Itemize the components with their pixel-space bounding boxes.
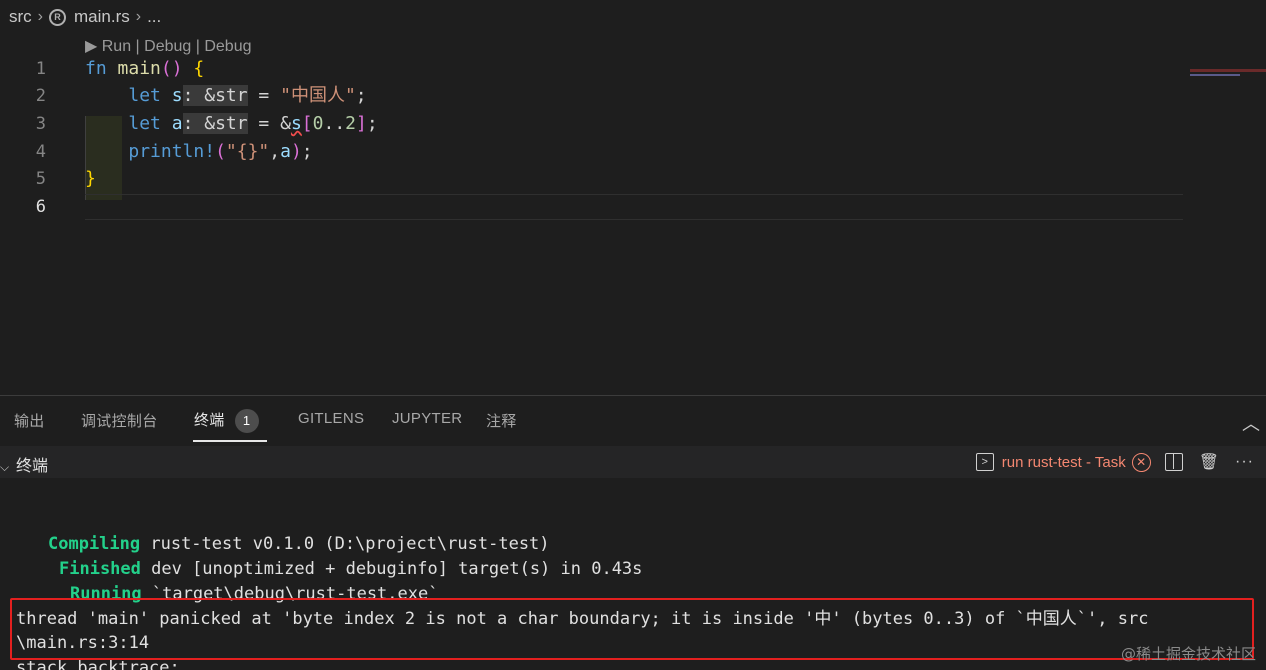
line-number: 2 xyxy=(35,86,46,106)
line-number: 4 xyxy=(35,142,46,162)
terminal-task-label[interactable]: run rust-test - Task xyxy=(1002,454,1126,471)
type-hint: : &str xyxy=(182,113,248,134)
terminal-header: ⌵ 终端 > run rust-test - Task ✕ 🗑 ··· xyxy=(0,446,1266,478)
code-line-2: 2 let s: &str = "中国人"; xyxy=(0,82,1183,110)
codelens-run-debug[interactable]: ▶ Run | Debug | Debug xyxy=(85,36,252,56)
breadcrumb-more[interactable]: ... xyxy=(147,7,161,27)
terminal-line-finished: Finished dev [unoptimized + debuginfo] t… xyxy=(59,559,643,579)
more-actions-icon[interactable]: ··· xyxy=(1235,453,1254,471)
error-highlight-box xyxy=(10,598,1254,660)
tab-output[interactable]: 输出 xyxy=(14,410,45,431)
tab-gitlens[interactable]: GITLENS xyxy=(298,410,364,427)
terminal-count-badge: 1 xyxy=(234,409,259,434)
code-line-6: 6 xyxy=(0,193,1183,221)
split-terminal-icon[interactable] xyxy=(1164,453,1183,471)
code-line-5: 5 } xyxy=(0,165,1183,193)
type-hint: : &str xyxy=(182,85,248,106)
line-number: 3 xyxy=(35,114,46,134)
watermark: @稀土掘金技术社区 xyxy=(1120,645,1256,663)
chevron-right-icon: › xyxy=(135,8,142,25)
line-number: 1 xyxy=(35,59,46,79)
tab-terminal[interactable]: 终端 1 xyxy=(194,409,259,434)
terminal-output[interactable]: Compiling rust-test v0.1.0 (D:\project\r… xyxy=(0,478,1266,670)
panel-tabs: 输出 调试控制台 终端 1 GITLENS JUPYTER 注释 ︿ xyxy=(0,396,1266,446)
minimap-line xyxy=(1190,74,1240,76)
code-editor[interactable]: ▶ Run | Debug | Debug 1 fn main() { 2 le… xyxy=(0,34,1266,394)
line-number: 6 xyxy=(35,197,46,217)
tab-jupyter[interactable]: JUPYTER xyxy=(392,410,462,427)
terminal-task-icon: > xyxy=(975,453,994,471)
terminal-actions: > run rust-test - Task ✕ 🗑 ··· xyxy=(975,450,1266,474)
close-circle-icon[interactable]: ✕ xyxy=(1131,452,1151,472)
chevron-right-icon: › xyxy=(37,8,43,25)
tab-comments[interactable]: 注释 xyxy=(486,410,517,431)
maximize-panel-chevron-up-icon[interactable]: ︿ xyxy=(1242,410,1260,436)
active-tab-indicator xyxy=(193,440,267,442)
error-squiggle: s xyxy=(290,113,302,134)
line-number: 5 xyxy=(35,169,46,189)
breadcrumb-file-main-rs[interactable]: R main.rs xyxy=(49,7,130,27)
terminal-section-title[interactable]: ⌵ 终端 xyxy=(0,452,48,476)
breadcrumb-folder-src[interactable]: src xyxy=(9,7,32,27)
minimap[interactable] xyxy=(1190,69,1266,72)
tab-debug-console[interactable]: 调试控制台 xyxy=(81,410,158,431)
code-line-3: 3 let a: &str = &s[0..2]; xyxy=(0,110,1183,138)
terminal-line-compiling: Compiling rust-test v0.1.0 (D:\project\r… xyxy=(48,534,550,554)
breadcrumb: src › R main.rs › ... xyxy=(0,0,1266,34)
rust-file-icon: R xyxy=(49,8,66,26)
code-line-1: 1 fn main() { xyxy=(0,55,1183,83)
code-line-4: 4 println!("{}",a); xyxy=(0,138,1183,166)
trash-icon[interactable]: 🗑 xyxy=(1199,452,1219,472)
chevron-down-icon: ⌵ xyxy=(0,460,10,474)
